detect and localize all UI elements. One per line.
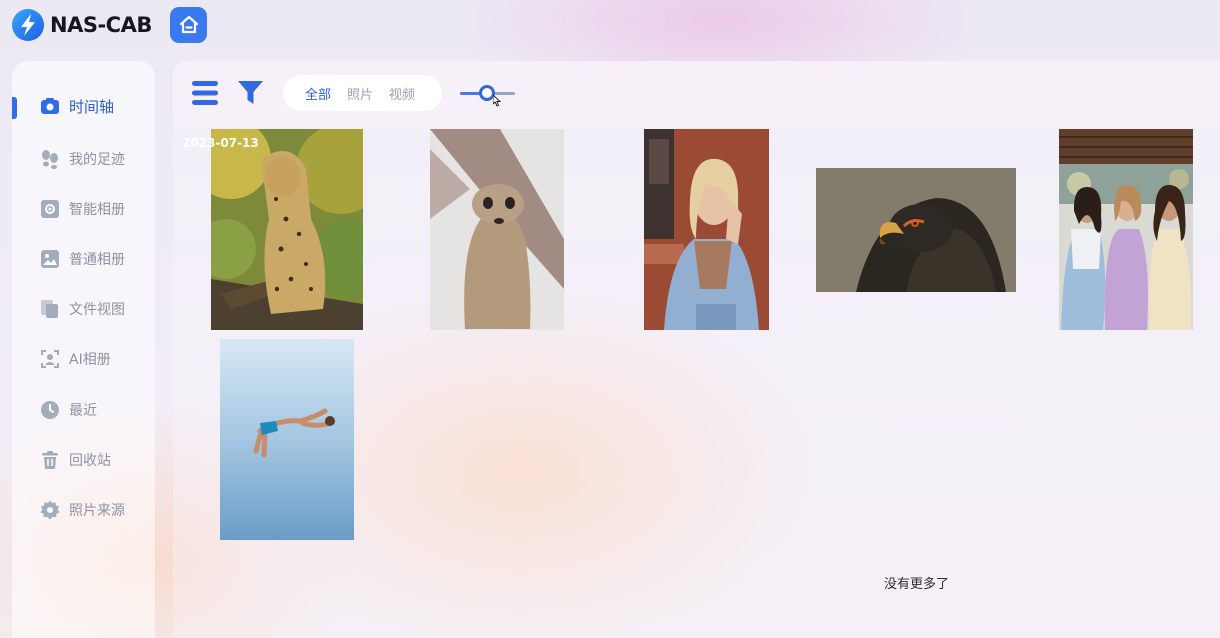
app-name: NAS-CAB <box>50 13 152 37</box>
footprints-icon <box>40 149 60 169</box>
photo-thumbnail[interactable] <box>644 129 769 330</box>
image-icon <box>40 249 60 269</box>
menu-icon[interactable] <box>192 80 218 110</box>
sidebar-item-trash[interactable]: 回收站 <box>12 442 155 478</box>
toolbar: 全部 照片 视频 <box>173 61 1220 125</box>
sidebar: 时间轴 我的足迹 智能相册 普通相册 文件视图 AI相册 最近 回收站 照片来源 <box>12 61 155 638</box>
three-women-photo <box>1059 129 1193 330</box>
files-icon <box>40 299 60 319</box>
sidebar-item-label: 智能相册 <box>69 202 125 218</box>
sidebar-item-file-view[interactable]: 文件视图 <box>12 291 155 327</box>
sidebar-item-label: 时间轴 <box>69 97 115 116</box>
photo-thumbnail[interactable] <box>1059 129 1193 330</box>
photo-thumbnail[interactable] <box>816 168 1016 292</box>
eagle-photo <box>816 168 1016 292</box>
smart-album-icon <box>40 199 60 219</box>
timeline-date: 2023-07-13 <box>182 136 259 150</box>
sidebar-item-normal-album[interactable]: 普通相册 <box>12 241 155 277</box>
end-of-list-text: 没有更多了 <box>884 577 950 592</box>
meerkat-photo <box>430 129 564 330</box>
tab-all[interactable]: 全部 <box>305 84 331 103</box>
tab-videos[interactable]: 视频 <box>389 84 415 103</box>
mouse-cursor-icon <box>492 92 502 111</box>
logo-mark-icon <box>12 9 44 41</box>
backflip-photo <box>220 339 354 540</box>
camera-icon <box>40 96 60 116</box>
sidebar-item-ai-album[interactable]: AI相册 <box>12 341 155 377</box>
ai-face-icon <box>40 349 60 369</box>
sidebar-item-recent[interactable]: 最近 <box>12 392 155 428</box>
app-logo: NAS-CAB <box>12 9 152 41</box>
sidebar-item-footprints[interactable]: 我的足迹 <box>12 141 155 177</box>
sidebar-item-label: 最近 <box>69 403 97 419</box>
photo-thumbnail[interactable] <box>220 339 354 540</box>
woman-denim-photo <box>644 129 769 330</box>
tab-photos[interactable]: 照片 <box>347 84 373 103</box>
sidebar-item-label: 文件视图 <box>69 302 125 318</box>
sidebar-item-label: 普通相册 <box>69 252 125 268</box>
gear-icon <box>40 500 60 520</box>
zoom-slider[interactable] <box>460 83 516 107</box>
home-icon <box>179 15 198 34</box>
sidebar-item-photo-source[interactable]: 照片来源 <box>12 492 155 528</box>
filter-icon[interactable] <box>238 80 263 110</box>
clock-icon <box>40 400 60 420</box>
photo-thumbnail[interactable] <box>211 129 363 330</box>
main-panel: 全部 照片 视频 2023-07-13 没有更多了 <box>173 61 1220 638</box>
sidebar-item-label: 我的足迹 <box>69 152 125 168</box>
sidebar-item-label: AI相册 <box>69 352 111 368</box>
sidebar-item-smart-album[interactable]: 智能相册 <box>12 191 155 227</box>
active-indicator <box>12 97 17 119</box>
photo-thumbnail[interactable] <box>430 129 564 330</box>
sidebar-item-timeline[interactable]: 时间轴 <box>12 88 155 124</box>
media-type-filter: 全部 照片 视频 <box>283 75 442 111</box>
home-button[interactable] <box>170 7 207 43</box>
leopard-photo <box>211 129 363 330</box>
sidebar-item-label: 回收站 <box>69 453 111 469</box>
trash-icon <box>40 450 60 470</box>
sidebar-item-label: 照片来源 <box>69 503 125 519</box>
